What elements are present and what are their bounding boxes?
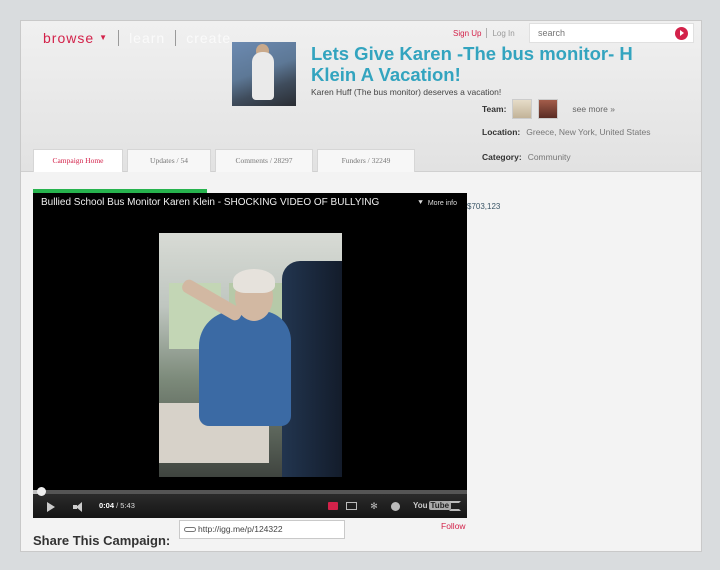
watch-later-icon[interactable] (391, 502, 400, 511)
follow-link[interactable]: Follow (441, 521, 466, 531)
youtube-logo[interactable]: You Tube (413, 501, 452, 510)
captions-icon[interactable] (346, 502, 357, 510)
campaign-header: browse▼ learn create Sign Up Log In Lets… (21, 21, 701, 172)
volume-icon[interactable] (73, 502, 85, 512)
person-hair (233, 269, 275, 293)
page: browse▼ learn create Sign Up Log In Lets… (20, 20, 702, 552)
time-display: 0:04 / 5:43 (99, 501, 135, 510)
person-torso (199, 311, 291, 426)
link-icon (184, 527, 196, 532)
search-icon[interactable] (675, 27, 688, 40)
team-label: Team: (482, 104, 507, 114)
play-icon[interactable] (47, 502, 55, 512)
nav-browse-label: browse (43, 30, 95, 46)
seek-handle[interactable] (37, 487, 46, 496)
seek-bar[interactable] (33, 487, 467, 496)
team-avatar[interactable] (512, 99, 533, 119)
campaign-thumbnail (232, 42, 296, 106)
team-avatar[interactable] (538, 99, 559, 119)
funds-raised: $703,123 (467, 202, 501, 211)
see-more-link[interactable]: see more » (572, 104, 615, 114)
more-info-button[interactable]: ⯆ More info (417, 198, 457, 208)
gear-icon[interactable]: ✻ (369, 501, 379, 511)
location-row: Location: Greece, New York, United State… (482, 127, 651, 137)
location-label: Location: (482, 127, 521, 137)
tab-updates[interactable]: Updates / 54 (127, 149, 211, 172)
tab-funders[interactable]: Funders / 32249 (317, 149, 415, 172)
video-player[interactable]: Bullied School Bus Monitor Karen Klein -… (33, 193, 467, 518)
search-box (529, 23, 694, 43)
video-frame[interactable] (159, 233, 342, 477)
tab-campaign-home[interactable]: Campaign Home (33, 149, 123, 172)
share-url-box (179, 520, 345, 539)
share-title: Share This Campaign: (33, 533, 171, 548)
sign-up-link[interactable]: Sign Up (453, 29, 481, 38)
main-nav: browse ▼ learn create (43, 28, 241, 48)
nav-learn[interactable]: learn (119, 30, 175, 46)
youtube-logo-tube: Tube (428, 501, 452, 510)
search-input[interactable] (538, 26, 668, 39)
campaign-subtitle: Karen Huff (The bus monitor) deserves a … (311, 87, 502, 97)
more-info-label: More info (427, 200, 457, 207)
tab-comments[interactable]: Comments / 28297 (215, 149, 313, 172)
auth-links: Sign Up Log In (453, 28, 515, 38)
annotations-icon[interactable] (328, 502, 338, 510)
youtube-logo-you: You (413, 501, 428, 510)
team-row: Team: see more » (482, 99, 615, 119)
caret-down-icon: ▼ (99, 33, 109, 42)
video-title[interactable]: Bullied School Bus Monitor Karen Klein -… (41, 197, 397, 208)
campaign-title: Lets Give Karen -The bus monitor- H Klei… (311, 43, 633, 85)
current-time: 0:04 (99, 501, 115, 510)
auth-divider (486, 28, 488, 38)
bus-seat (282, 261, 342, 477)
location-value: Greece, New York, United States (526, 127, 651, 137)
category-label: Category: (482, 152, 522, 162)
share-url-input[interactable] (198, 523, 338, 535)
duration: 5:43 (120, 501, 135, 510)
thumbnail-person (252, 52, 274, 100)
log-in-link[interactable]: Log In (492, 29, 514, 38)
category-row: Category: Community (482, 152, 571, 162)
video-controls: 0:04 / 5:43 ✻ You Tube (33, 487, 467, 518)
fullscreen-icon[interactable] (449, 501, 461, 511)
category-link[interactable]: Community (528, 152, 571, 162)
chevron-down-icon: ⯆ (417, 198, 424, 207)
campaign-tabs: Campaign Home Updates / 54 Comments / 28… (33, 149, 419, 172)
nav-browse[interactable]: browse ▼ (43, 30, 118, 46)
